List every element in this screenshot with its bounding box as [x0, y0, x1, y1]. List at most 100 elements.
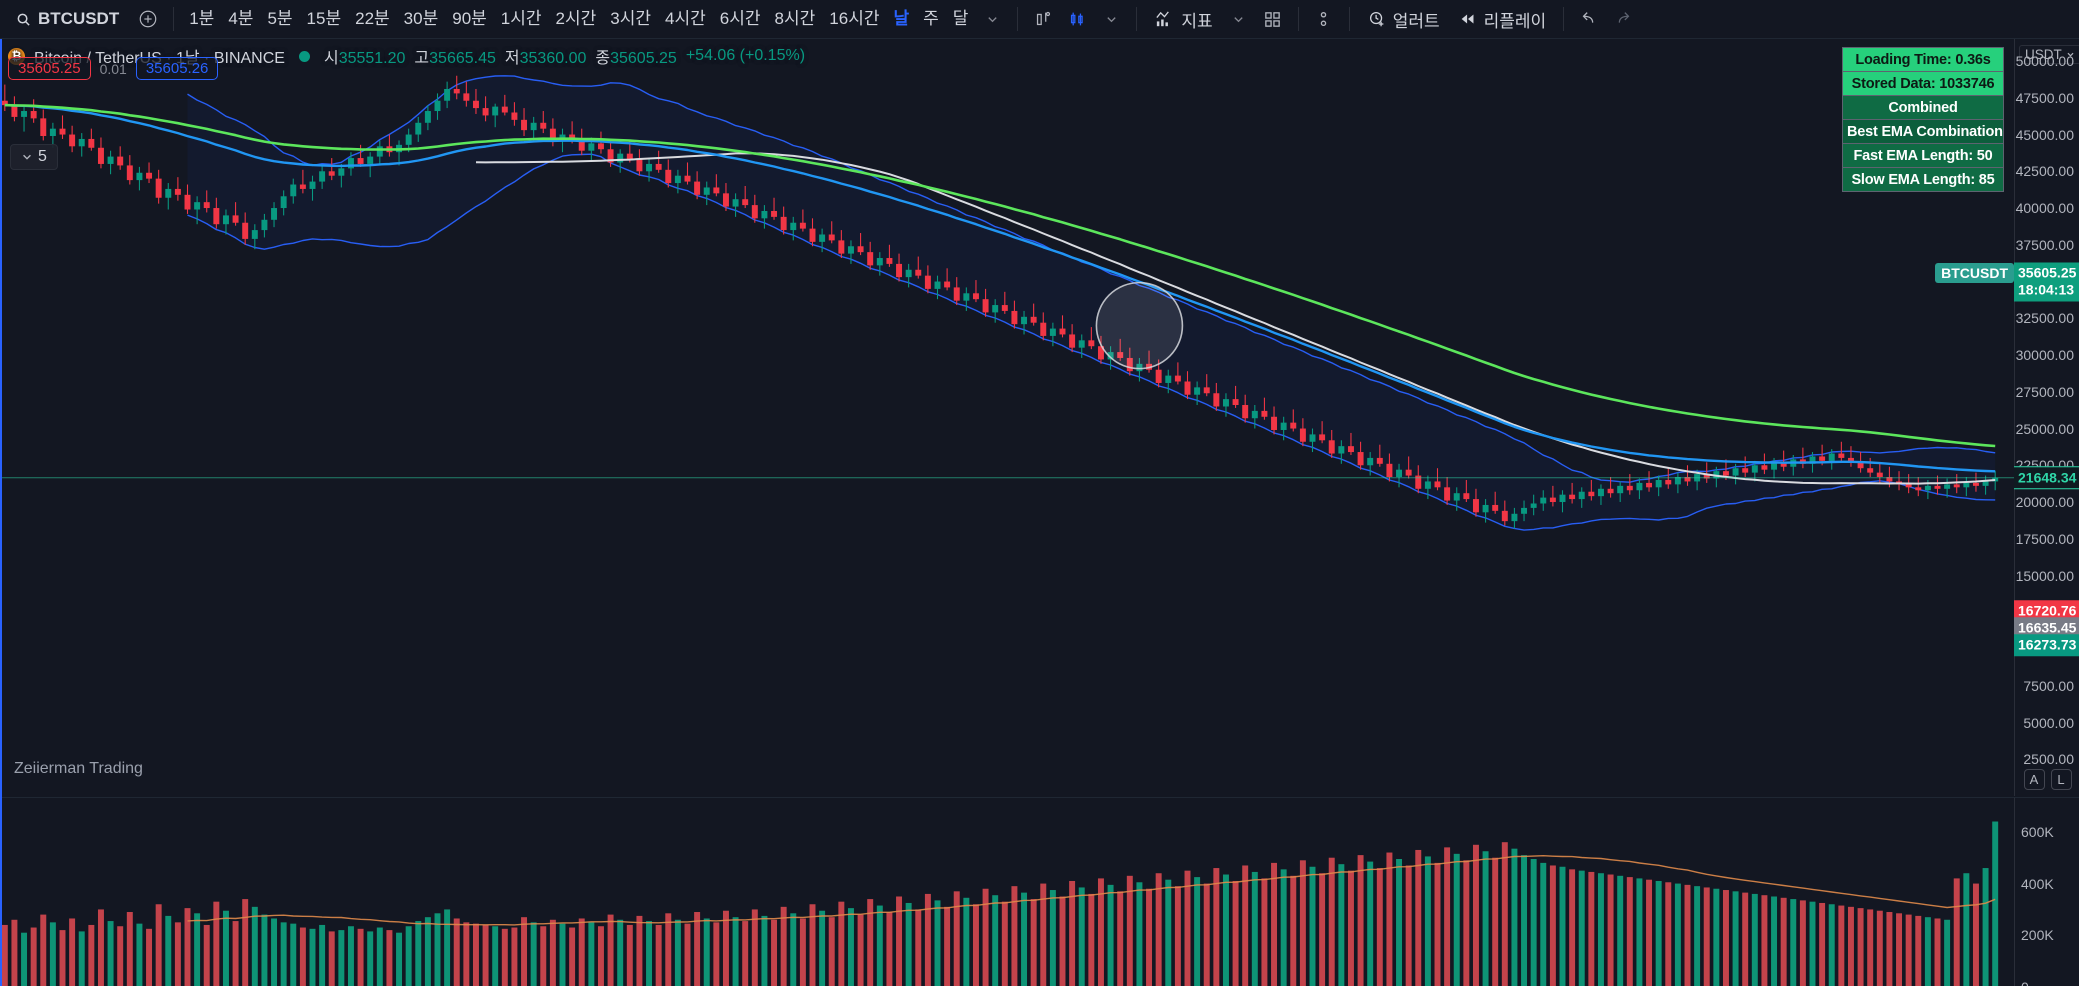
timeframe-more-button[interactable]	[975, 2, 1009, 36]
add-symbol-button[interactable]	[131, 2, 165, 36]
chevron-down-icon	[23, 154, 31, 160]
ohlc-value-0: 35551.20	[338, 50, 406, 67]
ema-price-tag: 21648.34	[2014, 466, 2079, 490]
templates-button[interactable]	[1307, 2, 1341, 36]
active-pane-indicator	[0, 39, 2, 986]
replay-button[interactable]: 리플레이	[1449, 2, 1556, 36]
timeframe-12[interactable]: 8시간	[768, 2, 823, 36]
replay-label: 리플레이	[1483, 11, 1547, 31]
current-price-value: 35605.25	[2018, 264, 2077, 281]
price-tag-2: 16273.73	[2014, 634, 2079, 656]
price-tick-5: 37500.00	[2015, 236, 2074, 253]
price-tick-0: 50000.00	[2015, 53, 2074, 70]
ema-info-panel: Loading Time: 0.36s Stored Data: 1033746 C…	[1842, 47, 2004, 192]
timeframe-15[interactable]: 주	[916, 2, 946, 36]
timeframe-list: 1분 4분 5분 15분 22분 30분 90분 1시간 2시간 3시간 4시간 6시간 8시간 16시간…	[182, 2, 975, 36]
price-tick-18: 5000.00	[2023, 714, 2074, 731]
timeframe-6[interactable]: 90분	[445, 2, 494, 36]
undo-button[interactable]	[1572, 2, 1606, 36]
volume-tick-0: 600K	[2021, 823, 2054, 840]
price-axis[interactable]: USDT 50000.00 47500.00 45000.00 42500.00 400…	[1935, 39, 2079, 796]
volume-chart-svg	[1, 821, 1999, 986]
chevron-down-icon	[988, 16, 997, 22]
candle-style-button[interactable]	[1060, 2, 1094, 36]
replay-icon	[1461, 14, 1474, 24]
candle-style-more-button[interactable]	[1094, 2, 1128, 36]
ohlc-value-1: 35665.45	[429, 50, 496, 67]
price-tick-10: 25000.00	[2015, 420, 2074, 437]
price-axis-buttons: A L	[2015, 769, 2079, 790]
info-panel-row-0: Loading Time: 0.36s	[1843, 48, 2003, 72]
toolbar-divider-6	[1563, 7, 1565, 31]
price-tick-7: 32500.00	[2015, 310, 2074, 327]
ask-price-box[interactable]: 35605.26	[135, 57, 219, 80]
toolbar-divider-2	[1017, 7, 1019, 31]
chart-watermark: Zeiierman Trading	[14, 760, 143, 777]
templates-icon	[1320, 11, 1327, 26]
price-tick-1: 47500.00	[2015, 89, 2074, 106]
volume-axis[interactable]: 600K 400K 200K 0	[2014, 797, 2079, 986]
current-price-countdown: 18:04:13	[2018, 281, 2075, 298]
indicators-button[interactable]: 지표	[1145, 2, 1221, 36]
volume-series	[1, 821, 1999, 986]
timeframe-4[interactable]: 22분	[348, 2, 397, 36]
price-tick-17: 7500.00	[2023, 677, 2074, 694]
candlestick-icon	[1071, 12, 1084, 26]
alert-button[interactable]: 얼러트	[1358, 2, 1449, 36]
info-panel-row-1: Stored Data: 1033746	[1843, 72, 2003, 96]
price-tick-2: 45000.00	[2015, 126, 2074, 143]
scale-selector-chip[interactable]: 5	[10, 144, 58, 170]
price-tick-3: 42500.00	[2015, 163, 2074, 180]
ohlc-item-1: 고35665.45	[414, 44, 495, 68]
timeframe-1[interactable]: 4분	[221, 2, 260, 36]
timeframe-13[interactable]: 16시간	[822, 2, 886, 36]
timeframe-14[interactable]: 날	[887, 2, 917, 36]
price-tick-13: 17500.00	[2015, 530, 2074, 547]
chevron-down-icon	[1234, 16, 1243, 22]
timeframe-7[interactable]: 1시간	[494, 2, 549, 36]
alarm-clock-icon	[1369, 12, 1384, 27]
timeframe-5[interactable]: 30분	[397, 2, 446, 36]
toolbar-divider	[173, 7, 175, 31]
bar-chart-icon	[1037, 11, 1051, 26]
symbol-search-button[interactable]: BTCUSDT	[8, 2, 131, 36]
price-chart-pane[interactable]: ₿ Bitcoin / TetherUS · 1날 · BINANCE 시355…	[0, 39, 2014, 796]
timeframe-9[interactable]: 3시간	[603, 2, 658, 36]
auto-scale-button[interactable]: A	[2023, 769, 2045, 790]
timeframe-11[interactable]: 6시간	[713, 2, 768, 36]
price-tick-12: 20000.00	[2015, 494, 2074, 511]
price-chart-svg	[0, 75, 2014, 531]
bid-price-box[interactable]: 35605.25	[8, 57, 91, 80]
ohlc-key-2: 저	[504, 50, 520, 67]
indicators-more-button[interactable]	[1222, 2, 1256, 36]
toolbar-divider-4	[1297, 7, 1299, 31]
volume-pane[interactable]	[0, 797, 2014, 986]
price-tick-14: 15000.00	[2015, 567, 2074, 584]
bid-ask-row: 35605.25 0.01 35605.26	[8, 57, 219, 80]
top-toolbar: BTCUSDT 1분 4분 5분 15분 22분 30분 90분 1시간 2시간 3시간 4시간 6시…	[0, 0, 2079, 39]
ohlc-value-3: 35605.25	[610, 50, 677, 67]
market-status-dot-icon	[298, 50, 310, 62]
timeframe-2[interactable]: 5분	[260, 2, 299, 36]
ohlc-key-0: 시	[323, 50, 339, 67]
timeframe-8[interactable]: 2시간	[549, 2, 604, 36]
timeframe-10[interactable]: 4시간	[658, 2, 713, 36]
ohlc-item-0: 시35551.20	[324, 44, 405, 68]
timeframe-16[interactable]: 달	[946, 2, 976, 36]
chevron-down-icon	[1107, 16, 1116, 22]
timeframe-3[interactable]: 15분	[300, 2, 349, 36]
price-tick-19: 2500.00	[2023, 751, 2074, 768]
volume-tick-1: 400K	[2021, 875, 2054, 892]
ohlc-key-1: 고	[414, 50, 430, 67]
timeframe-0[interactable]: 1분	[182, 2, 221, 36]
redo-button[interactable]	[1606, 2, 1640, 36]
scale-value: 5	[38, 148, 47, 165]
bar-style-button[interactable]	[1026, 2, 1060, 36]
undo-arrow-icon	[1582, 12, 1594, 23]
layout-button[interactable]	[1256, 2, 1290, 36]
ohlc-values: 시35551.20 고35665.45 저35360.00 종35605.25	[324, 44, 677, 68]
ohlc-item-3: 종35605.25	[595, 44, 676, 68]
log-scale-button[interactable]: L	[2050, 769, 2072, 790]
grid-layout-icon	[1265, 11, 1281, 27]
ohlc-value-2: 35360.00	[519, 50, 587, 67]
